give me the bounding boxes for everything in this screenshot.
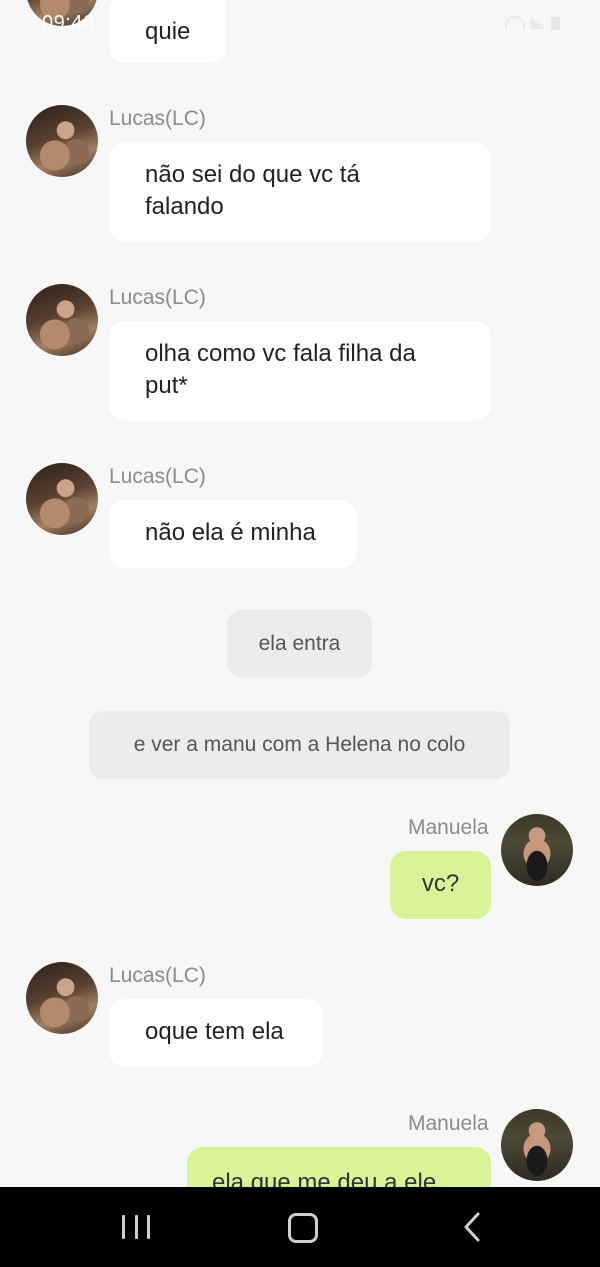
status-icons [505,16,560,30]
message-bubble[interactable]: oque tem ela [109,999,323,1067]
back-icon[interactable] [462,1211,482,1243]
sender-name: Lucas(LC) [109,465,206,488]
avatar-manuela[interactable] [501,814,573,886]
narration-bubble[interactable]: e ver a manu com a Helena no colo [89,711,510,779]
signal-icon [531,17,545,29]
message-bubble[interactable]: não ela é minha [109,500,357,568]
chat-screen: 09:46 quie Lucas(LC) não sei do que vc t… [0,0,600,1267]
sender-name: Manuela [408,1112,489,1135]
navigation-bar [0,1187,600,1267]
sender-name: Lucas(LC) [109,964,206,987]
avatar-lucas[interactable] [26,105,98,177]
avatar-lucas[interactable] [26,962,98,1034]
sender-name: Manuela [408,816,489,839]
status-time: 09:46 [42,12,95,34]
sender-name: Lucas(LC) [109,107,206,130]
narration-bubble[interactable]: ela entra [227,610,372,677]
message-bubble[interactable]: ela que me deu a ele [187,1147,491,1187]
sender-name: Lucas(LC) [109,286,206,309]
chat-thread[interactable]: 09:46 quie Lucas(LC) não sei do que vc t… [0,0,600,1187]
message-bubble[interactable]: quie [109,0,227,63]
message-bubble[interactable]: olha como vc fala filha da put* [109,321,491,421]
wifi-icon [505,16,525,30]
avatar-lucas[interactable] [26,284,98,356]
battery-icon [551,16,560,30]
recent-apps-icon[interactable] [122,1215,150,1239]
home-icon[interactable] [288,1213,318,1243]
message-bubble[interactable]: não sei do que vc tá falando [109,142,491,242]
message-bubble[interactable]: vc? [390,851,491,919]
avatar-manuela[interactable] [501,1109,573,1181]
avatar-lucas[interactable] [26,463,98,535]
